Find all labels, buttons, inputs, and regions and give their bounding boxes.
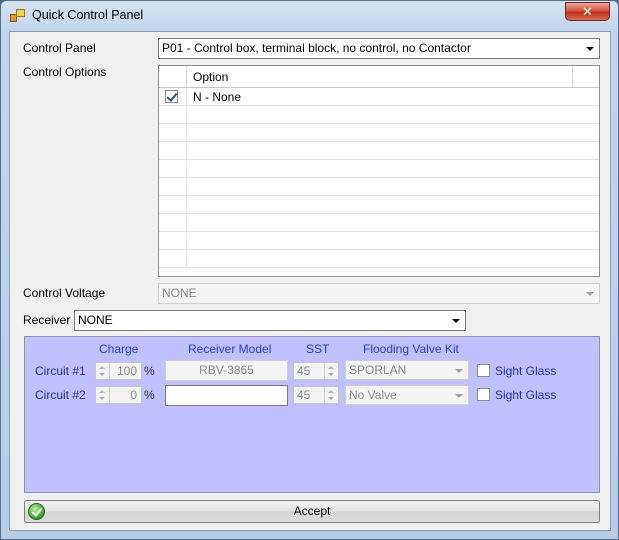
table-row-empty [159,125,599,142]
circuit-1-charge-unit: % [144,364,155,378]
quick-control-panel-window: Quick Control Panel ✕ Control Panel P01 … [0,0,619,540]
circuit-1-sst-value: 45 [297,364,311,378]
flooding-valve-kit-header: Flooding Valve Kit [363,342,459,356]
table-row[interactable]: N - None [159,89,599,106]
accept-button[interactable]: Accept [24,500,600,523]
circuit-2-label: Circuit #2 [35,388,86,402]
circuit-2-flooding-valve-kit-value: No Valve [349,388,397,402]
table-row-empty [159,107,599,124]
spin-down-icon [99,397,105,400]
chevron-down-icon [455,394,463,398]
circuit-1-charge-stepper[interactable]: 100 [95,362,142,380]
app-icon [10,9,26,23]
spin-up-icon [99,390,105,393]
control-options-label: Control Options [23,65,107,79]
spin-up-icon [99,366,105,369]
receiver-label: Receiver [23,313,71,327]
circuit-2-charge-stepper[interactable]: 0 [95,386,142,404]
receiver-model-header: Receiver Model [188,342,272,356]
circuit-1-sst-stepper[interactable]: 45 [293,362,339,380]
control-voltage-value: NONE [162,286,197,300]
control-options-grid[interactable]: Option N - None [158,65,600,277]
circuit-1-label: Circuit #1 [35,364,86,378]
control-panel-label: Control Panel [23,41,96,55]
ok-check-icon [28,503,45,520]
table-row-empty [159,179,599,196]
circuit-2-sight-glass-checkbox[interactable] [477,388,490,401]
circuit-2-receiver-model-field[interactable] [165,385,288,406]
receiver-value: NONE [78,313,113,327]
circuit-1-sight-glass-checkbox[interactable] [477,364,490,377]
dialog-body: Control Panel P01 - Control box, termina… [9,31,611,531]
option-cell: N - None [193,90,242,104]
circuit-2-flooding-valve-kit-select[interactable]: No Valve [345,385,469,405]
circuit-2-sst-value: 45 [297,388,311,402]
title-bar[interactable]: Quick Control Panel ✕ [1,1,618,31]
circuit-2-charge-unit: % [144,388,155,402]
window-title: Quick Control Panel [32,8,144,22]
table-row-empty [159,251,599,268]
option-checkbox[interactable] [165,90,178,103]
control-panel-select[interactable]: P01 - Control box, terminal block, no co… [158,38,600,59]
circuit-1-charge-value: 100 [116,364,137,378]
circuit-2-sight-glass-label[interactable]: Sight Glass [495,388,556,402]
circuits-panel: Charge Receiver Model SST Flooding Valve… [24,336,600,493]
close-icon: ✕ [582,4,593,19]
circuit-1-sight-glass-label[interactable]: Sight Glass [495,364,556,378]
spin-up-icon [328,390,334,393]
table-row-empty [159,233,599,250]
control-voltage-select[interactable]: NONE [158,283,600,304]
spin-down-icon [328,373,334,376]
control-voltage-label: Control Voltage [23,286,106,300]
chevron-down-icon [452,319,460,323]
accept-button-label: Accept [293,504,331,518]
circuit-1-flooding-valve-kit-select[interactable]: SPORLAN [345,360,469,380]
spin-down-icon [328,397,334,400]
circuit-2-charge-value: 0 [130,388,137,402]
circuit-1-receiver-model-field[interactable]: RBV-3865 [165,360,288,381]
close-button[interactable]: ✕ [565,2,610,21]
chevron-down-icon [586,47,594,51]
spin-up-icon [328,366,334,369]
grid-header-check-column [159,66,187,88]
circuit-1-flooding-valve-kit-value: SPORLAN [349,363,407,377]
control-panel-value: P01 - Control box, terminal block, no co… [162,41,471,55]
grid-header: Option [159,66,599,88]
table-row-empty [159,143,599,160]
table-row-empty [159,161,599,178]
spin-down-icon [99,373,105,376]
charge-header: Charge [99,342,139,356]
sst-header: SST [306,342,330,356]
table-row-empty [159,215,599,232]
receiver-select[interactable]: NONE [74,310,466,331]
chevron-down-icon [586,292,594,296]
chevron-down-icon [455,369,463,373]
grid-header-option[interactable]: Option [187,66,573,88]
table-row-empty [159,197,599,214]
circuit-2-sst-stepper[interactable]: 45 [293,386,339,404]
